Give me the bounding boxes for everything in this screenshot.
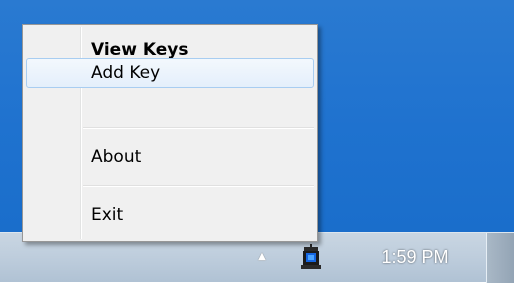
context-menu: View Keys Add Key About Exit xyxy=(22,24,318,242)
show-desktop-button[interactable] xyxy=(486,233,514,283)
menu-item-add-key[interactable]: Add Key xyxy=(26,58,314,88)
menu-separator xyxy=(83,127,314,129)
show-hidden-icons-icon[interactable]: ▲ xyxy=(254,249,270,263)
key-manager-tray-icon[interactable] xyxy=(298,243,326,273)
menu-separator xyxy=(83,185,314,187)
menu-item-exit[interactable]: Exit xyxy=(26,200,314,230)
menu-item-about[interactable]: About xyxy=(26,142,314,172)
clock[interactable]: 1:59 PM xyxy=(360,245,470,269)
